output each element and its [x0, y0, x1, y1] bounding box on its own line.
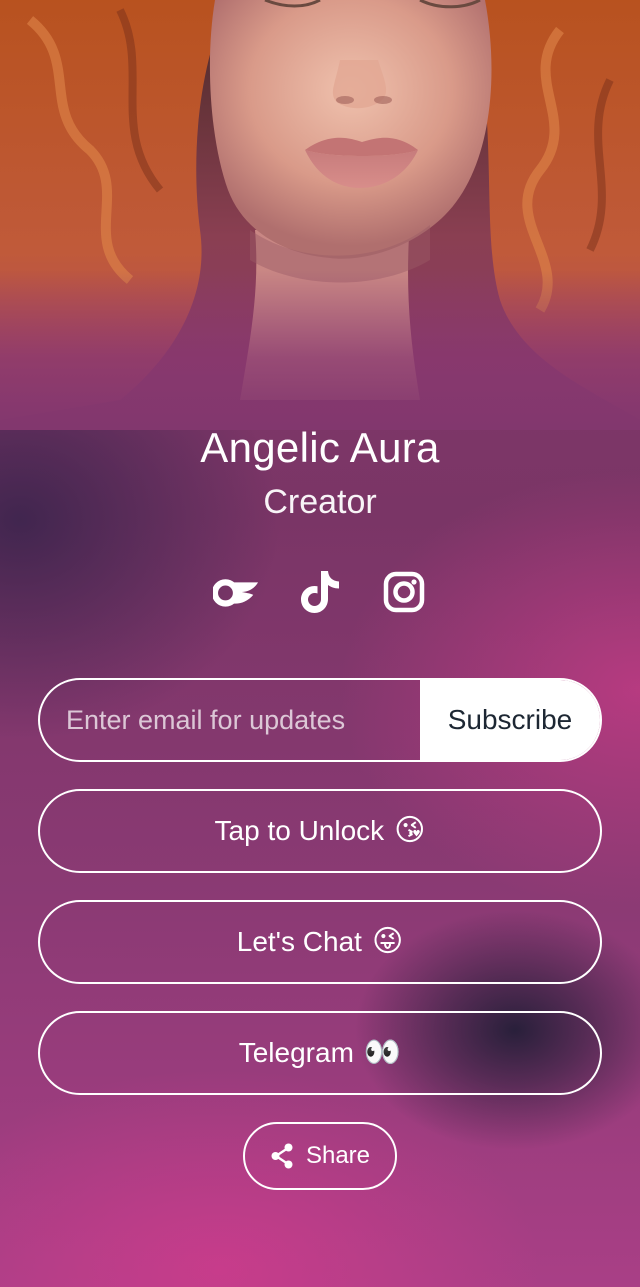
- lets-chat-button[interactable]: Let's Chat 😜: [38, 900, 602, 984]
- link-label: Let's Chat: [236, 926, 362, 957]
- photo-fade: [0, 270, 640, 430]
- subscribe-form: Subscribe: [38, 678, 602, 762]
- kiss-emoji-icon: 😘: [394, 814, 426, 847]
- instagram-icon: [383, 571, 425, 613]
- share-icon: [271, 1143, 293, 1169]
- profile-role: Creator: [263, 483, 377, 521]
- onlyfans-icon: [213, 579, 259, 607]
- telegram-button[interactable]: Telegram 👀: [38, 1011, 602, 1095]
- share-button[interactable]: Share: [243, 1122, 397, 1190]
- profile-name: Angelic Aura: [200, 424, 440, 471]
- link-label: Telegram: [238, 1037, 354, 1068]
- eyes-emoji-icon: 👀: [363, 1036, 402, 1069]
- tap-to-unlock-button[interactable]: Tap to Unlock 😘: [38, 789, 602, 873]
- subscribe-button[interactable]: Subscribe: [420, 680, 600, 760]
- tiktok-icon: [301, 571, 339, 613]
- winking-tongue-emoji-icon: 😜: [371, 925, 404, 958]
- social-links: [0, 568, 640, 616]
- link-label: Tap to Unlock: [214, 815, 385, 846]
- tiktok-link[interactable]: [297, 568, 343, 616]
- instagram-link[interactable]: [381, 568, 427, 616]
- email-input[interactable]: [40, 680, 420, 760]
- profile-photo: [0, 0, 640, 430]
- share-label: Share: [305, 1142, 371, 1169]
- onlyfans-link[interactable]: [213, 568, 259, 616]
- link-page: Angelic Aura Creator Subscribe Tap t: [0, 0, 640, 1287]
- profile-header: Angelic Aura Creator: [0, 422, 640, 524]
